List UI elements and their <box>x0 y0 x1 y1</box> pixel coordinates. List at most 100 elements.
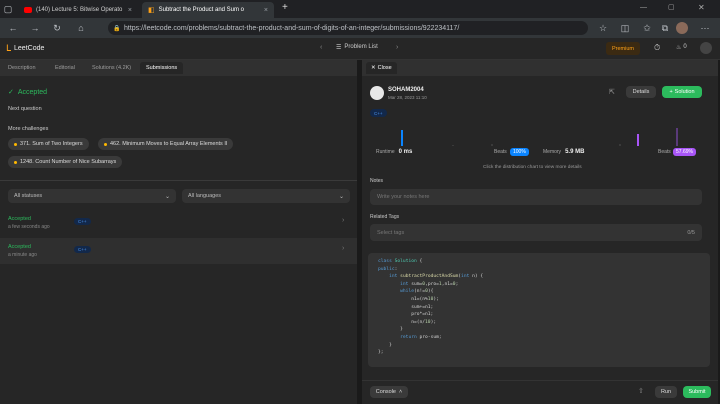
close-window-icon[interactable]: ✕ <box>698 3 705 12</box>
difficulty-dot-icon <box>14 142 17 146</box>
notes-label: Notes <box>370 178 384 184</box>
home-icon[interactable]: ⌂ <box>74 21 88 35</box>
code-line: }; <box>378 350 384 356</box>
chevron-right-icon: › <box>342 217 345 224</box>
distribution-hint: Click the distribution chart to view mor… <box>483 165 582 170</box>
chevron-up-icon: ˄ <box>398 389 403 395</box>
runtime-value: 0 ms <box>398 149 413 155</box>
share-icon[interactable]: ⇱ <box>609 88 615 96</box>
premium-button[interactable]: Premium <box>606 42 640 55</box>
code-line: return pro-sum; <box>400 334 442 340</box>
notes-input[interactable]: Write your notes here <box>370 189 702 205</box>
chevron-down-icon: ⌄ <box>164 193 170 200</box>
url-input[interactable]: 🔒 https://leetcode.com/problems/subtract… <box>108 21 588 35</box>
user-avatar[interactable] <box>700 42 712 54</box>
leetcode-logo[interactable]: ᒪ LeetCode <box>6 43 44 54</box>
reload-icon[interactable]: ↻ <box>50 21 64 35</box>
tab-submissions[interactable]: Submissions <box>140 62 184 74</box>
memory-beats-label: Beats <box>658 149 671 155</box>
next-problem-icon[interactable]: › <box>396 44 398 51</box>
challenge-chip[interactable]: 1248. Count Number of Nice Subarrays <box>8 156 123 168</box>
browser-tab-leetcode[interactable]: ◧ Subtract the Product and Sum o × <box>142 2 274 18</box>
minimize-icon[interactable]: — <box>640 4 647 11</box>
tags-placeholder: Select tags <box>377 229 405 236</box>
memory-distribution-bar[interactable] <box>637 134 639 146</box>
tab-solutions[interactable]: Solutions (4.2K) <box>92 65 131 71</box>
tab-description[interactable]: Description <box>8 65 36 71</box>
maximize-icon[interactable]: ▢ <box>668 3 675 11</box>
next-question-link[interactable]: Next question <box>8 106 42 112</box>
list-icon: ☰ <box>336 45 342 51</box>
solution-button[interactable]: + Solution <box>662 86 702 98</box>
chevron-down-icon: ⌄ <box>338 193 344 200</box>
console-toggle-button[interactable]: Console ˄ <box>370 386 408 398</box>
challenge-chip[interactable]: 462. Minimum Moves to Equal Array Elemen… <box>98 138 234 150</box>
tags-select[interactable]: Select tags 0/5 <box>370 224 702 241</box>
run-button[interactable]: Run <box>655 386 677 398</box>
tab-title: (140) Lecture 5: Bitwise Operato <box>36 7 123 13</box>
submit-button[interactable]: Submit <box>683 386 711 398</box>
tab-editorial[interactable]: Editorial <box>55 65 75 71</box>
bookmark-star-icon[interactable]: ☆ <box>596 21 610 35</box>
split-view-icon[interactable]: ◫ <box>618 21 632 35</box>
streak-count: 0 <box>683 44 687 50</box>
browser-menu-icon[interactable]: ⋯ <box>698 21 712 35</box>
console-label: Console <box>375 389 396 395</box>
browser-tab-youtube[interactable]: (140) Lecture 5: Bitwise Operato × <box>18 2 138 18</box>
favorites-icon[interactable]: ✩ <box>640 21 654 35</box>
code-line: } <box>378 327 403 333</box>
code-line: pro*=n1; <box>378 312 434 318</box>
solution-label: Solution <box>674 89 695 95</box>
window-menu-icon[interactable]: ▢ <box>2 2 14 14</box>
collections-icon[interactable]: ⧉ <box>658 21 672 35</box>
related-tags-label: Related Tags <box>370 214 400 220</box>
code-line: } <box>378 342 392 348</box>
memory-distribution-bar[interactable] <box>676 128 678 146</box>
runtime-distribution-bar[interactable] <box>452 145 454 146</box>
code-line: int subtractProductAndSum(int n) { <box>389 274 484 280</box>
lock-icon: 🔒 <box>113 25 121 32</box>
submission-date: Mar 28, 2023 11:10 <box>388 95 427 100</box>
forward-icon[interactable]: → <box>28 21 42 35</box>
back-icon[interactable]: ← <box>6 21 20 35</box>
profile-avatar[interactable] <box>676 22 688 34</box>
code-block[interactable]: class Solution { public: int subtractPro… <box>368 253 710 367</box>
url-text: https://leetcode.com/problems/subtract-t… <box>124 24 460 32</box>
challenge-chip[interactable]: 371. Sum of Two Integers <box>8 138 89 150</box>
upload-icon[interactable]: ⇧ <box>638 387 644 395</box>
submission-row[interactable]: Accepted a minute ago C++ › <box>0 238 357 264</box>
runtime-stat: Runtime 0 ms <box>376 149 412 155</box>
difficulty-dot-icon <box>104 142 107 146</box>
close-tab-icon[interactable]: × <box>264 7 268 14</box>
code-line: sum+=n1; <box>378 304 434 310</box>
status-filter-select[interactable]: All statuses ⌄ <box>8 189 176 203</box>
plus-icon: + <box>669 89 673 95</box>
difficulty-dot-icon <box>14 160 17 164</box>
detail-language-badge: C++ <box>370 109 387 117</box>
language-filter-select[interactable]: All languages ⌄ <box>182 189 350 203</box>
prev-problem-icon[interactable]: ‹ <box>320 44 322 51</box>
details-button[interactable]: Details <box>626 86 656 98</box>
submitter-avatar <box>370 86 384 100</box>
timer-icon[interactable]: ⏱ <box>654 43 660 53</box>
language-filter-value: All languages <box>188 193 222 199</box>
runtime-distribution-bar[interactable] <box>491 144 493 146</box>
streak-counter[interactable]: ♨ 0 <box>676 44 687 51</box>
leetcode-logo-icon: ᒪ <box>6 43 12 53</box>
left-panel-tabs: Description Editorial Solutions (4.2K) S… <box>0 60 357 76</box>
runtime-distribution-bar[interactable] <box>401 130 403 146</box>
submitter-name[interactable]: SOHAM2004 <box>388 87 424 93</box>
problem-list-label: Problem List <box>344 44 378 50</box>
challenge-label: 371. Sum of Two Integers <box>20 141 83 147</box>
problem-list-button[interactable]: ☰ Problem List <box>336 44 378 51</box>
submission-row[interactable]: Accepted a few seconds ago C++ › <box>0 210 357 236</box>
memory-distribution-bar[interactable] <box>619 144 621 146</box>
language-badge: C++ <box>74 218 91 225</box>
more-challenges-label: More challenges <box>8 126 49 132</box>
close-tab-icon[interactable]: × <box>128 7 132 14</box>
close-detail-tab[interactable]: ✕ Close <box>366 62 397 74</box>
result-status: ✓ Accepted <box>8 88 47 97</box>
new-tab-button[interactable]: + <box>282 2 288 13</box>
memory-beats-badge: 57.69% <box>673 148 696 156</box>
address-bar-row: ← → ↻ ⌂ 🔒 https://leetcode.com/problems/… <box>0 18 720 38</box>
